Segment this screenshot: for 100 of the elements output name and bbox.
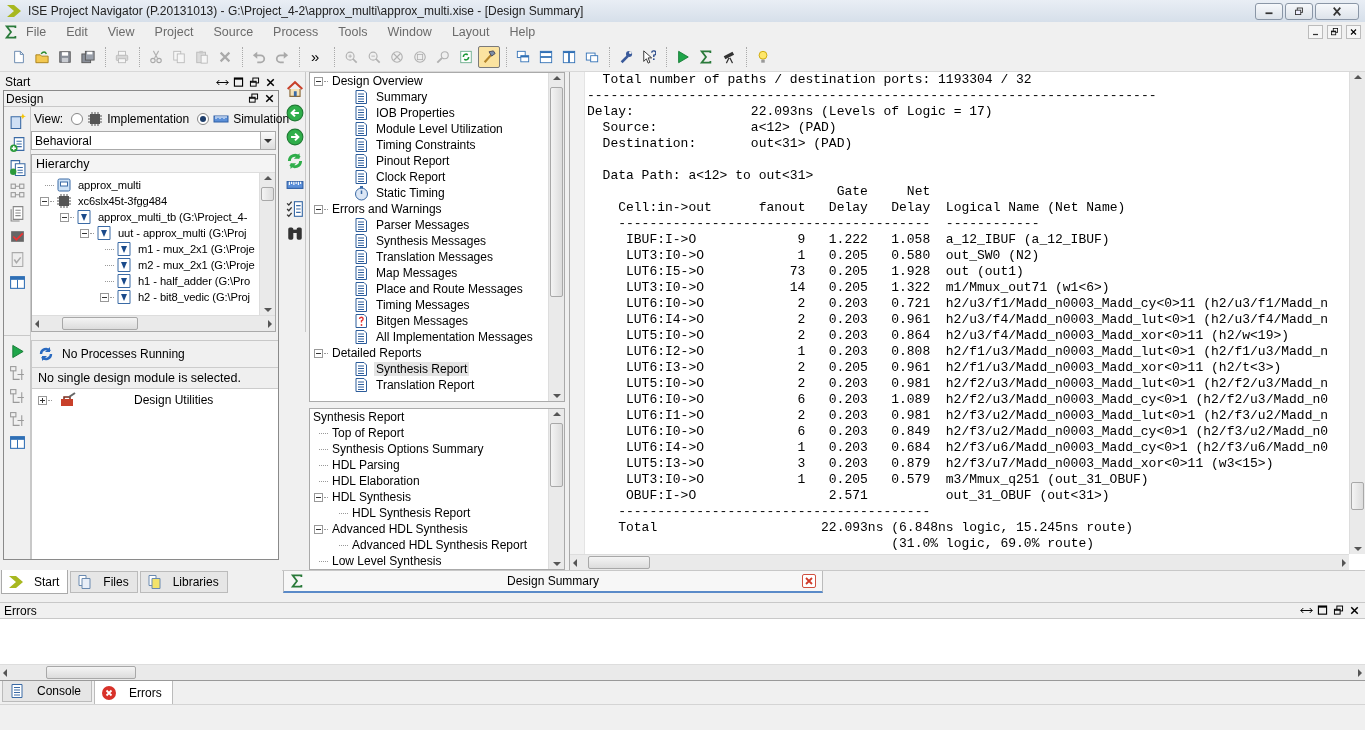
vertical-scrollbar[interactable] (548, 409, 564, 569)
menu-item[interactable]: Source (203, 23, 264, 41)
menu-item[interactable]: File (18, 23, 57, 41)
view-dropdown[interactable]: Behavioral (31, 131, 276, 150)
tree-item[interactable]: Errors and Warnings (330, 202, 444, 216)
tree-item[interactable]: uut - approx_multi (G:\Proj (117, 227, 248, 239)
restore-icon[interactable] (247, 92, 260, 105)
collapse-icon[interactable] (100, 292, 109, 302)
document-icon (353, 249, 369, 265)
close-button[interactable] (1346, 25, 1361, 39)
tree-item[interactable]: Translation Messages (374, 250, 495, 264)
tree-item[interactable]: Design Utilities (132, 393, 216, 407)
menu-item[interactable]: Layout (441, 23, 500, 41)
tree-item[interactable]: Module Level Utilization (374, 122, 505, 136)
radio-label[interactable]: Simulation (233, 112, 290, 126)
menu-item[interactable]: Edit (56, 23, 98, 41)
tab[interactable]: Console (2, 681, 93, 702)
tree-item[interactable]: Synthesis Messages (374, 234, 489, 248)
tree-item[interactable]: Low Level Synthesis (330, 554, 444, 568)
radio-button[interactable] (71, 113, 84, 125)
tree-item[interactable]: Parser Messages (374, 218, 472, 232)
tree-item[interactable]: Top of Report (330, 426, 407, 440)
restore-button[interactable] (1327, 25, 1342, 39)
tree-item[interactable]: Advanced HDL Synthesis Report (350, 538, 529, 552)
tree-item[interactable]: HDL Elaboration (330, 474, 422, 488)
close-button[interactable] (1315, 2, 1359, 20)
maximize-icon[interactable] (232, 75, 245, 89)
menu-item[interactable]: Help (499, 23, 546, 41)
tree-item[interactable]: Synthesis Options Summary (330, 442, 486, 456)
minimize-button[interactable] (1255, 2, 1283, 20)
collapse-icon[interactable] (314, 348, 323, 358)
tree-item[interactable]: h2 - bit8_vedic (G:\Proj (137, 291, 251, 303)
tree-item[interactable]: m2 - mux_2x1 (G:\Proje (137, 259, 256, 271)
close-icon[interactable] (1348, 604, 1361, 617)
tree-item[interactable]: HDL Parsing (330, 458, 402, 472)
menu-item[interactable]: Process (263, 23, 329, 41)
tree-item[interactable]: Place and Route Messages (374, 282, 525, 296)
tab[interactable]: Files (70, 571, 138, 593)
tree-item[interactable]: Advanced HDL Synthesis (330, 522, 470, 536)
hammer-icon[interactable] (478, 45, 501, 68)
table-cell-text: LUT6:I1->O (626, 408, 705, 424)
tree-item[interactable]: approx_multi_tb (G:\Project_4- (97, 211, 249, 223)
menu-item[interactable]: Tools (328, 23, 378, 41)
collapse-icon[interactable] (314, 204, 323, 214)
menu-item[interactable]: Window (377, 23, 442, 41)
collapse-icon[interactable] (80, 228, 89, 238)
add-copy-icon (8, 159, 26, 176)
tree-item[interactable]: Synthesis Report (374, 362, 470, 376)
tree-item[interactable]: approx_multi (77, 179, 142, 191)
tree-item[interactable]: HDL Synthesis (330, 490, 413, 504)
collapse-icon[interactable] (314, 524, 323, 534)
horizontal-scrollbar[interactable] (570, 554, 1349, 570)
tree-item[interactable]: HDL Synthesis Report (350, 506, 473, 520)
tree-item[interactable]: xc6slx45t-3fgg484 (77, 195, 169, 207)
tree-item[interactable]: Static Timing (374, 186, 447, 200)
restore-icon[interactable] (248, 75, 261, 89)
maximize-icon[interactable] (1316, 604, 1329, 617)
table-cell: 0.879 (891, 456, 931, 472)
tree-item[interactable]: h1 - half_adder (G:\Pro (137, 275, 252, 287)
menu-item[interactable]: View (97, 23, 145, 41)
tab[interactable]: Libraries (139, 571, 228, 593)
tab[interactable]: Design Summary (283, 571, 823, 593)
tree-item[interactable]: Bitgen Messages (374, 314, 471, 328)
collapse-icon[interactable] (314, 492, 323, 502)
vertical-scrollbar[interactable] (259, 173, 275, 315)
tree-item[interactable]: All Implementation Messages (374, 330, 535, 344)
minimize-button[interactable] (1308, 25, 1323, 39)
collapse-icon[interactable] (40, 196, 49, 206)
tree-item[interactable]: Summary (374, 90, 430, 104)
expand-icon[interactable] (38, 395, 47, 405)
collapse-icon[interactable] (60, 212, 69, 222)
tree-item[interactable]: m1 - mux_2x1 (G:\Proje (137, 243, 256, 255)
table-cell: 0.981 (891, 408, 931, 424)
overflow-button[interactable]: » (305, 48, 326, 65)
horizontal-scrollbar[interactable] (32, 315, 275, 331)
chip-icon (87, 111, 104, 127)
tree-item[interactable]: Clock Report (374, 170, 448, 184)
tree-item[interactable]: Timing Messages (374, 298, 472, 312)
collapse-icon[interactable] (314, 76, 323, 86)
vertical-scrollbar[interactable] (1349, 72, 1365, 554)
table-cell: 0.203 (828, 392, 868, 408)
chip-check-icon (8, 228, 26, 245)
tree-item[interactable]: Timing Constraints (374, 138, 478, 152)
tab[interactable]: Start (1, 570, 69, 594)
tree-item[interactable]: Design Overview (330, 74, 425, 88)
tree-item[interactable]: Map Messages (374, 266, 460, 280)
tab[interactable]: Errors (94, 681, 173, 705)
document-icon (353, 377, 369, 393)
vertical-scrollbar[interactable] (548, 73, 564, 401)
radio-label[interactable]: Implementation (107, 112, 190, 126)
menu-item[interactable]: Project (144, 23, 204, 41)
radio-button[interactable] (197, 113, 210, 125)
tree-item[interactable]: Translation Report (374, 378, 477, 392)
tree-item[interactable]: Pinout Report (374, 154, 452, 168)
tree-item[interactable]: Detailed Reports (330, 346, 424, 360)
horizontal-scrollbar[interactable] (0, 664, 1365, 680)
restore-icon[interactable] (1332, 604, 1345, 617)
restore-button[interactable] (1285, 2, 1313, 20)
close-icon[interactable] (263, 92, 276, 105)
tree-item[interactable]: IOB Properties (374, 106, 457, 120)
